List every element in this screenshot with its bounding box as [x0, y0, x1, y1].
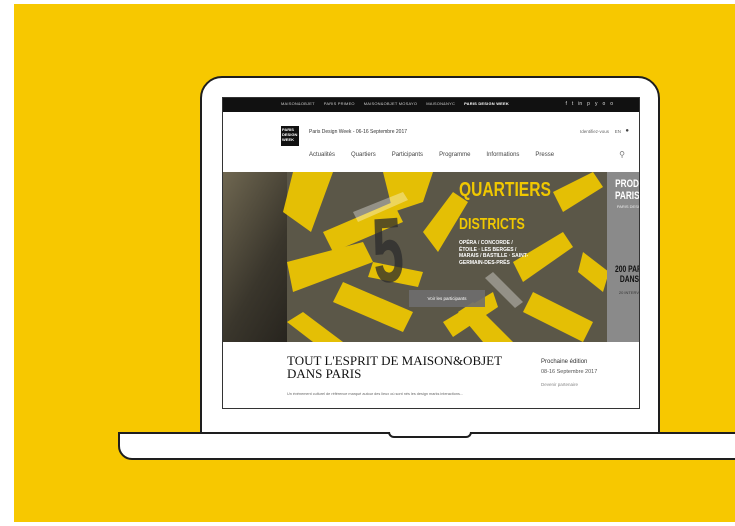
menu-item-presse[interactable]: Presse [535, 152, 554, 158]
side-count-line: 200 PART [615, 264, 639, 274]
menu-item-programme[interactable]: Programme [439, 152, 470, 158]
hero-banner[interactable]: 5 QUARTIERS DISTRICTS OPÉRA / CONCORDE /… [223, 172, 639, 342]
instagram-icon[interactable]: o [602, 101, 605, 107]
user-icon[interactable]: ● [625, 128, 629, 134]
top-nav-item[interactable]: MAISON&NYC [426, 101, 455, 106]
side-panel-count-sub: 20 INTERV [618, 290, 639, 295]
top-nav-item[interactable]: MAISON&OBJET [281, 101, 315, 106]
side-count-line: DANS [619, 274, 639, 284]
search-icon[interactable]: ⚲ [619, 150, 625, 159]
top-nav-item[interactable]: PARIS PRIMEO [324, 101, 355, 106]
main-menu: Actualités Quartiers Participants Progra… [309, 152, 554, 158]
article-title: TOUT L'ESPRIT DE MAISON&OBJET DANS PARIS [287, 353, 502, 381]
next-edition-dates: 08-16 Septembre 2017 [541, 369, 598, 375]
side-panel-title: PROD PARIS D [607, 178, 639, 202]
top-nav-item-active[interactable]: PARIS DESIGN WEEK [464, 101, 509, 106]
pinterest-icon[interactable]: p [587, 101, 590, 107]
next-edition-label: Prochaine édition [541, 359, 588, 365]
hero-district-list: OPÉRA / CONCORDE / ÉTOILE · LES BERGES /… [459, 240, 529, 266]
hero-title: QUARTIERS [459, 179, 551, 201]
side-panel-small: PARIS DESI [616, 204, 639, 209]
facebook-icon[interactable]: f [565, 101, 566, 107]
twitter-icon[interactable]: t [572, 101, 573, 107]
linkedin-icon[interactable]: in [578, 101, 582, 107]
top-nav: MAISON&OBJET PARIS PRIMEO MAISON&OBJET M… [281, 101, 509, 106]
hero-yellow-pattern [283, 172, 609, 342]
top-bar: MAISON&OBJET PARIS PRIMEO MAISON&OBJET M… [223, 98, 639, 112]
menu-item-actualites[interactable]: Actualités [309, 152, 335, 158]
participants-button[interactable]: Voir les participants [409, 290, 485, 307]
hero-subtitle: DISTRICTS [459, 216, 525, 233]
site-logo[interactable]: PARIS DESIGN WEEK [281, 126, 299, 146]
site-header: PARIS DESIGN WEEK Paris Design Week - 06… [223, 112, 639, 172]
social-icons: f t in p y o o [565, 101, 613, 107]
laptop-notch [388, 432, 472, 438]
side-title-line: PARIS D [615, 190, 639, 202]
language-switch[interactable]: EN [615, 129, 621, 134]
laptop-screen: MAISON&OBJET PARIS PRIMEO MAISON&OBJET M… [222, 97, 640, 409]
side-title-line: PROD [615, 178, 639, 190]
become-partner-link[interactable]: Devenir partenaire [541, 382, 578, 387]
youtube-icon[interactable]: y [595, 101, 598, 107]
event-tagline: Paris Design Week - 06-16 Septembre 2017 [309, 129, 408, 135]
menu-item-participants[interactable]: Participants [392, 152, 423, 158]
top-nav-item[interactable]: MAISON&OBJET MOSAYO [364, 101, 417, 106]
side-panel-count: 200 PART DANS [607, 264, 639, 284]
account-link[interactable]: Identifiez-vous [580, 129, 609, 134]
menu-item-quartiers[interactable]: Quartiers [351, 152, 376, 158]
menu-item-informations[interactable]: Informations [486, 152, 519, 158]
content-section: TOUT L'ESPRIT DE MAISON&OBJET DANS PARIS… [223, 342, 639, 408]
article-body: Un événement culturel de référence marqu… [287, 392, 464, 396]
other-social-icon[interactable]: o [610, 101, 613, 107]
